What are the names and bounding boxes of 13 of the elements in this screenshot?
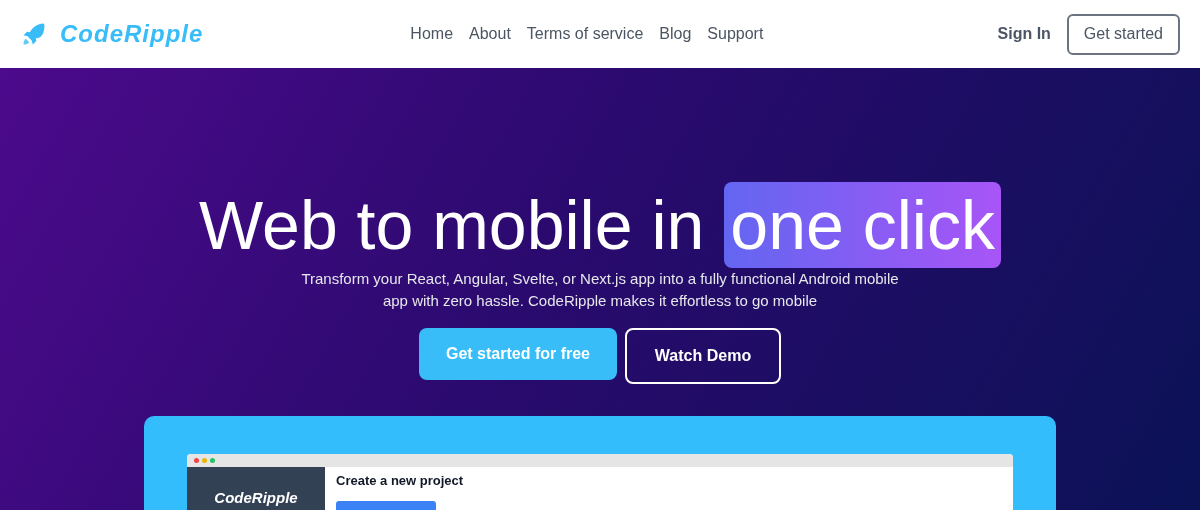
sign-in-link[interactable]: Sign In xyxy=(997,22,1051,46)
get-started-button[interactable]: Get started xyxy=(1066,13,1180,55)
nav-link[interactable]: Home xyxy=(410,22,454,46)
nav-link[interactable]: About xyxy=(469,22,511,46)
hero-title-text: Web to mobile in xyxy=(199,186,705,265)
hero-title-highlight: one click xyxy=(724,182,1001,268)
watch-demo-button[interactable]: Watch Demo xyxy=(625,328,781,384)
nav-link[interactable]: Blog xyxy=(659,22,692,46)
section-heading: Create a new project xyxy=(336,472,464,490)
nav-link[interactable]: Terms of service xyxy=(526,22,644,46)
hero-subtitle: Transform your React, Angular, Svelte, or Next.js app into a fully functional Android mobile app with zero hassle. CodeRipple makes it effortless to go mobile xyxy=(300,269,900,311)
sidebar-logo: CodeRipple xyxy=(214,488,298,508)
nav-link[interactable]: Support xyxy=(707,22,764,46)
